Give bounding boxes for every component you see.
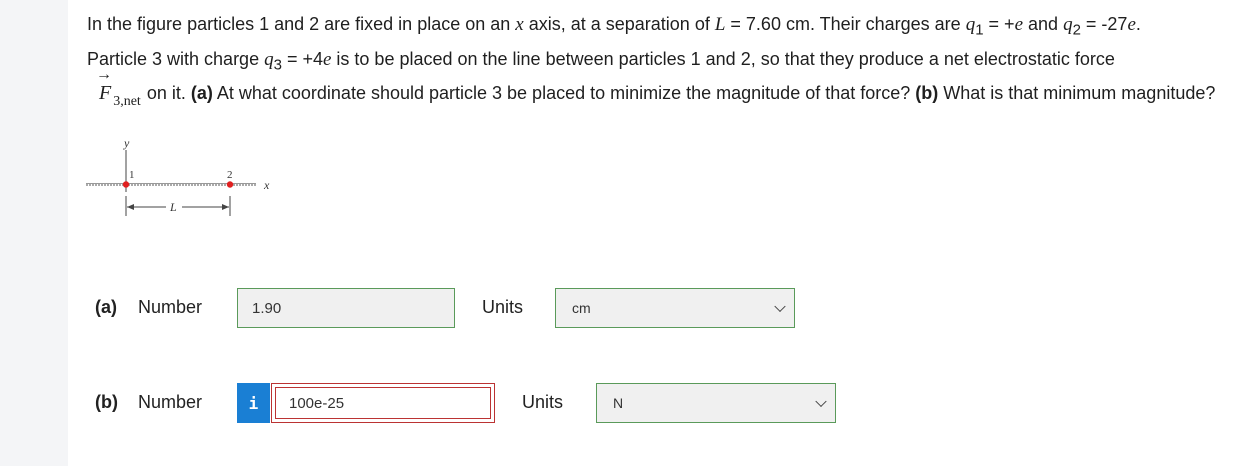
question-line1-c: = 7.60 cm. Their charges are	[725, 14, 966, 34]
q1-sub: 1	[975, 21, 984, 39]
part-a-number-input[interactable]: 1.90	[237, 288, 455, 328]
var-q2: q	[1063, 14, 1073, 35]
part-b-unit-value: N	[613, 395, 624, 411]
part-a-label: (a)	[95, 297, 117, 317]
q1-value: = +	[983, 14, 1015, 34]
question-line3-a: on it.	[146, 83, 191, 104]
F-subscript: 3,net	[113, 94, 141, 110]
part-b-units-select[interactable]: N	[596, 383, 836, 423]
chevron-down-icon	[815, 395, 827, 408]
question-text: In the figure particles 1 and 2 are fixe…	[87, 10, 1237, 116]
period: .	[1135, 14, 1141, 34]
part-a-value: 1.90	[252, 299, 282, 317]
question-line3-c: What is that minimum magnitude?	[938, 83, 1216, 104]
question-line2-a: Particle 3 with charge	[87, 48, 265, 69]
part-b-label: (b)	[95, 392, 118, 412]
part-b-number-label: Number	[138, 392, 203, 412]
q3-sub: 3	[273, 56, 282, 74]
particle-2-label: 2	[227, 169, 233, 181]
part-b-units-label: Units	[522, 392, 564, 412]
part-b-value: 100e-25	[289, 394, 345, 412]
vector-arrow-icon: →	[96, 66, 112, 84]
L-dimension-label: L	[169, 200, 177, 214]
q2-value: = -27	[1080, 14, 1128, 34]
var-F: F	[99, 82, 112, 105]
and-text: and	[1023, 14, 1064, 34]
question-line1-b: axis, at a separation of	[523, 14, 715, 34]
L-arrowhead-left-icon	[127, 204, 134, 210]
part-a-unit-value: cm	[572, 300, 591, 316]
part-a-number-label: Number	[138, 297, 203, 317]
question-line2-b: is to be placed on the line between part…	[331, 48, 1115, 69]
var-e1: e	[1014, 14, 1024, 35]
var-x: x	[515, 14, 524, 35]
chevron-down-icon	[774, 300, 786, 313]
part-b-number-input[interactable]: 100e-25	[271, 383, 495, 423]
q2-sub: 2	[1072, 21, 1081, 39]
part-a-units-select[interactable]: cm	[555, 288, 795, 328]
var-q1: q	[965, 14, 976, 35]
info-icon[interactable]: i	[237, 383, 270, 423]
var-L: L	[714, 14, 726, 35]
q3-value: = +4	[281, 48, 323, 69]
figure-y-label: y	[123, 136, 130, 150]
particle-figure: y x 1 2 L	[86, 136, 270, 216]
part-a-units-label: Units	[482, 297, 524, 317]
var-e2: e	[1127, 14, 1136, 35]
particle-1-label: 1	[129, 169, 135, 181]
part-a-tag: (a)	[190, 83, 213, 104]
part-b-tag: (b)	[915, 83, 939, 104]
var-q3: q	[264, 48, 274, 70]
particle-2-dot	[226, 181, 234, 188]
question-card: In the figure particles 1 and 2 are fixe…	[68, 0, 1253, 466]
figure-x-label: x	[263, 178, 270, 192]
question-line1-a: In the figure particles 1 and 2 are fixe…	[87, 14, 516, 34]
force-vector-symbol: → F	[96, 67, 112, 108]
L-arrowhead-right-icon	[222, 204, 229, 210]
question-line3-b: At what coordinate should particle 3 be …	[212, 83, 916, 104]
particle-1-dot	[122, 181, 130, 188]
